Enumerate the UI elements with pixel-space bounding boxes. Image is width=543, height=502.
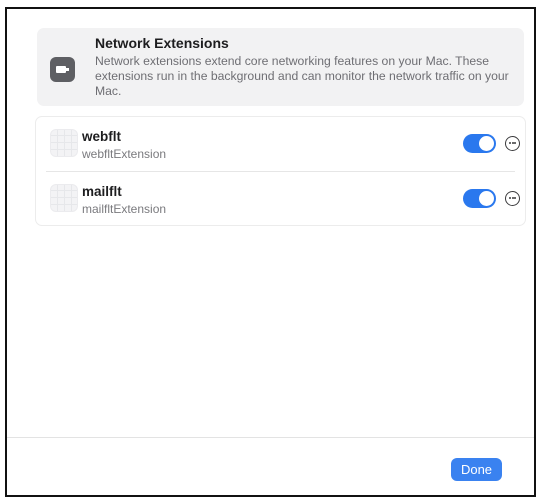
extension-identifier: mailfltExtension <box>82 202 167 216</box>
extension-toggle-mailflt[interactable] <box>463 189 496 208</box>
header-description: Network extensions extend core networkin… <box>95 54 509 98</box>
extension-identifier: webfltExtension <box>82 147 167 161</box>
extension-toggle-webflt[interactable] <box>463 134 496 153</box>
network-extensions-sheet: Network Extensions Network extensions ex… <box>5 7 536 497</box>
extension-row-mailflt: mailflt mailfltExtension <box>36 172 525 226</box>
extension-name: webflt <box>82 129 121 144</box>
header-card: Network Extensions Network extensions ex… <box>37 28 524 106</box>
more-options-icon[interactable] <box>505 136 520 151</box>
app-placeholder-icon <box>50 129 78 157</box>
app-placeholder-icon <box>50 184 78 212</box>
header-title: Network Extensions <box>95 35 229 51</box>
done-button[interactable]: Done <box>451 458 502 481</box>
more-options-icon[interactable] <box>505 191 520 206</box>
network-extension-icon <box>50 57 75 82</box>
extension-list: webflt webfltExtension mailflt mailfltEx… <box>35 116 526 226</box>
footer-divider <box>7 437 534 438</box>
extension-row-webflt: webflt webfltExtension <box>36 117 525 171</box>
extension-name: mailflt <box>82 184 122 199</box>
